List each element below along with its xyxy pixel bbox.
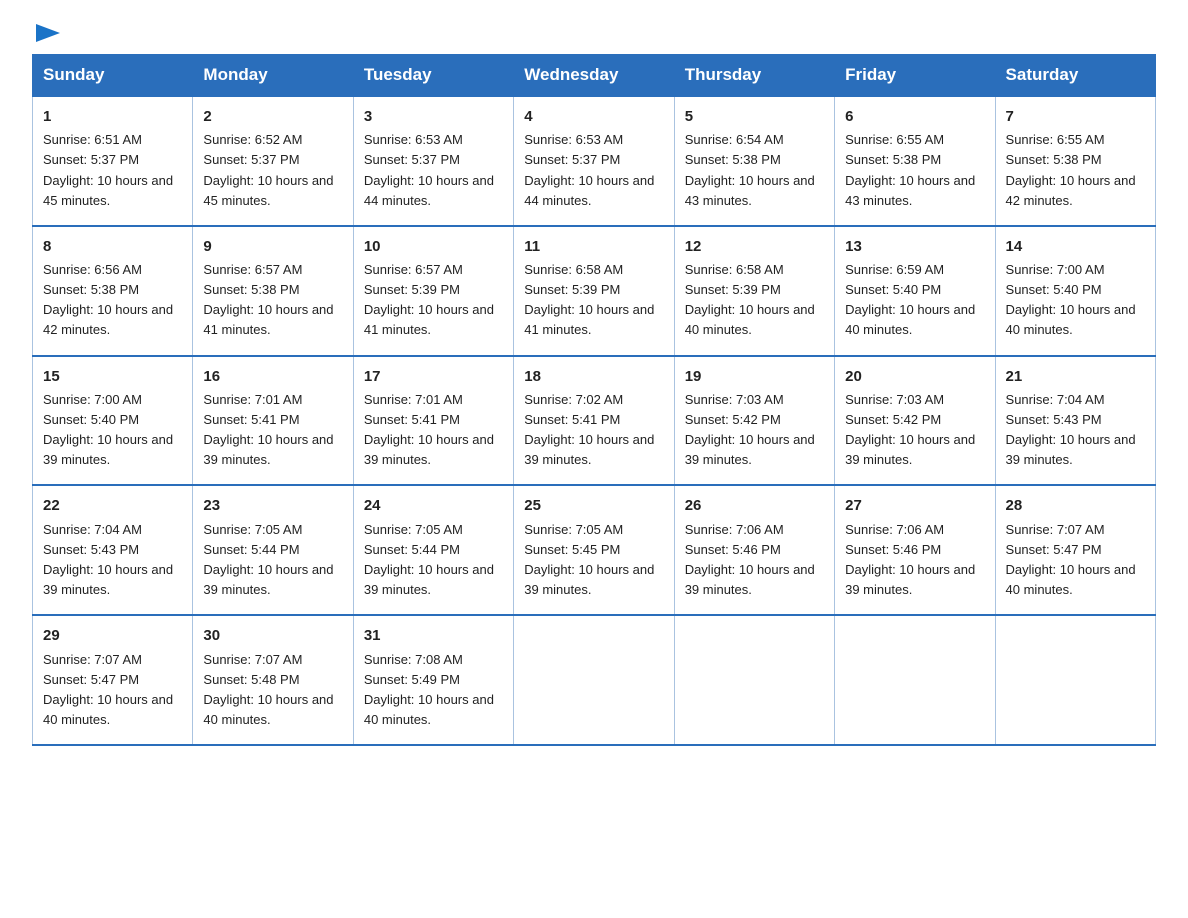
calendar-day-header: Sunday bbox=[33, 55, 193, 97]
calendar-cell bbox=[674, 615, 834, 745]
day-number: 19 bbox=[685, 365, 824, 388]
calendar-week-row: 22Sunrise: 7:04 AMSunset: 5:43 PMDayligh… bbox=[33, 485, 1156, 615]
day-number: 24 bbox=[364, 494, 503, 517]
calendar-week-row: 8Sunrise: 6:56 AMSunset: 5:38 PMDaylight… bbox=[33, 226, 1156, 356]
calendar-week-row: 29Sunrise: 7:07 AMSunset: 5:47 PMDayligh… bbox=[33, 615, 1156, 745]
calendar-cell: 2Sunrise: 6:52 AMSunset: 5:37 PMDaylight… bbox=[193, 96, 353, 226]
day-number: 27 bbox=[845, 494, 984, 517]
calendar-cell: 10Sunrise: 6:57 AMSunset: 5:39 PMDayligh… bbox=[353, 226, 513, 356]
calendar-cell: 13Sunrise: 6:59 AMSunset: 5:40 PMDayligh… bbox=[835, 226, 995, 356]
day-number: 17 bbox=[364, 365, 503, 388]
logo bbox=[32, 24, 64, 46]
calendar-cell bbox=[995, 615, 1155, 745]
calendar-header-row: SundayMondayTuesdayWednesdayThursdayFrid… bbox=[33, 55, 1156, 97]
calendar-day-header: Friday bbox=[835, 55, 995, 97]
day-number: 5 bbox=[685, 105, 824, 128]
day-number: 23 bbox=[203, 494, 342, 517]
calendar-cell: 4Sunrise: 6:53 AMSunset: 5:37 PMDaylight… bbox=[514, 96, 674, 226]
calendar-cell: 17Sunrise: 7:01 AMSunset: 5:41 PMDayligh… bbox=[353, 356, 513, 486]
calendar-cell bbox=[835, 615, 995, 745]
day-number: 16 bbox=[203, 365, 342, 388]
calendar-cell: 22Sunrise: 7:04 AMSunset: 5:43 PMDayligh… bbox=[33, 485, 193, 615]
calendar-cell: 16Sunrise: 7:01 AMSunset: 5:41 PMDayligh… bbox=[193, 356, 353, 486]
calendar-week-row: 1Sunrise: 6:51 AMSunset: 5:37 PMDaylight… bbox=[33, 96, 1156, 226]
calendar-table: SundayMondayTuesdayWednesdayThursdayFrid… bbox=[32, 54, 1156, 746]
calendar-cell: 18Sunrise: 7:02 AMSunset: 5:41 PMDayligh… bbox=[514, 356, 674, 486]
calendar-cell: 15Sunrise: 7:00 AMSunset: 5:40 PMDayligh… bbox=[33, 356, 193, 486]
calendar-cell: 3Sunrise: 6:53 AMSunset: 5:37 PMDaylight… bbox=[353, 96, 513, 226]
day-number: 3 bbox=[364, 105, 503, 128]
day-number: 7 bbox=[1006, 105, 1145, 128]
day-number: 6 bbox=[845, 105, 984, 128]
page-header bbox=[32, 24, 1156, 46]
calendar-day-header: Monday bbox=[193, 55, 353, 97]
logo-flag-icon bbox=[34, 22, 62, 44]
calendar-cell bbox=[514, 615, 674, 745]
day-number: 9 bbox=[203, 235, 342, 258]
day-number: 22 bbox=[43, 494, 182, 517]
calendar-cell: 6Sunrise: 6:55 AMSunset: 5:38 PMDaylight… bbox=[835, 96, 995, 226]
calendar-cell: 1Sunrise: 6:51 AMSunset: 5:37 PMDaylight… bbox=[33, 96, 193, 226]
day-number: 13 bbox=[845, 235, 984, 258]
calendar-cell: 31Sunrise: 7:08 AMSunset: 5:49 PMDayligh… bbox=[353, 615, 513, 745]
calendar-cell: 26Sunrise: 7:06 AMSunset: 5:46 PMDayligh… bbox=[674, 485, 834, 615]
calendar-day-header: Thursday bbox=[674, 55, 834, 97]
calendar-cell: 14Sunrise: 7:00 AMSunset: 5:40 PMDayligh… bbox=[995, 226, 1155, 356]
day-number: 12 bbox=[685, 235, 824, 258]
day-number: 4 bbox=[524, 105, 663, 128]
calendar-cell: 27Sunrise: 7:06 AMSunset: 5:46 PMDayligh… bbox=[835, 485, 995, 615]
day-number: 26 bbox=[685, 494, 824, 517]
day-number: 1 bbox=[43, 105, 182, 128]
day-number: 25 bbox=[524, 494, 663, 517]
calendar-cell: 28Sunrise: 7:07 AMSunset: 5:47 PMDayligh… bbox=[995, 485, 1155, 615]
calendar-cell: 29Sunrise: 7:07 AMSunset: 5:47 PMDayligh… bbox=[33, 615, 193, 745]
calendar-cell: 8Sunrise: 6:56 AMSunset: 5:38 PMDaylight… bbox=[33, 226, 193, 356]
calendar-cell: 19Sunrise: 7:03 AMSunset: 5:42 PMDayligh… bbox=[674, 356, 834, 486]
calendar-cell: 24Sunrise: 7:05 AMSunset: 5:44 PMDayligh… bbox=[353, 485, 513, 615]
calendar-cell: 9Sunrise: 6:57 AMSunset: 5:38 PMDaylight… bbox=[193, 226, 353, 356]
day-number: 28 bbox=[1006, 494, 1145, 517]
calendar-cell: 30Sunrise: 7:07 AMSunset: 5:48 PMDayligh… bbox=[193, 615, 353, 745]
day-number: 11 bbox=[524, 235, 663, 258]
day-number: 20 bbox=[845, 365, 984, 388]
day-number: 21 bbox=[1006, 365, 1145, 388]
calendar-cell: 25Sunrise: 7:05 AMSunset: 5:45 PMDayligh… bbox=[514, 485, 674, 615]
day-number: 8 bbox=[43, 235, 182, 258]
calendar-day-header: Wednesday bbox=[514, 55, 674, 97]
calendar-cell: 20Sunrise: 7:03 AMSunset: 5:42 PMDayligh… bbox=[835, 356, 995, 486]
day-number: 14 bbox=[1006, 235, 1145, 258]
calendar-cell: 12Sunrise: 6:58 AMSunset: 5:39 PMDayligh… bbox=[674, 226, 834, 356]
calendar-cell: 11Sunrise: 6:58 AMSunset: 5:39 PMDayligh… bbox=[514, 226, 674, 356]
day-number: 15 bbox=[43, 365, 182, 388]
calendar-cell: 21Sunrise: 7:04 AMSunset: 5:43 PMDayligh… bbox=[995, 356, 1155, 486]
day-number: 31 bbox=[364, 624, 503, 647]
day-number: 2 bbox=[203, 105, 342, 128]
calendar-cell: 5Sunrise: 6:54 AMSunset: 5:38 PMDaylight… bbox=[674, 96, 834, 226]
day-number: 10 bbox=[364, 235, 503, 258]
calendar-cell: 7Sunrise: 6:55 AMSunset: 5:38 PMDaylight… bbox=[995, 96, 1155, 226]
calendar-day-header: Tuesday bbox=[353, 55, 513, 97]
calendar-cell: 23Sunrise: 7:05 AMSunset: 5:44 PMDayligh… bbox=[193, 485, 353, 615]
day-number: 30 bbox=[203, 624, 342, 647]
day-number: 18 bbox=[524, 365, 663, 388]
calendar-week-row: 15Sunrise: 7:00 AMSunset: 5:40 PMDayligh… bbox=[33, 356, 1156, 486]
calendar-day-header: Saturday bbox=[995, 55, 1155, 97]
day-number: 29 bbox=[43, 624, 182, 647]
